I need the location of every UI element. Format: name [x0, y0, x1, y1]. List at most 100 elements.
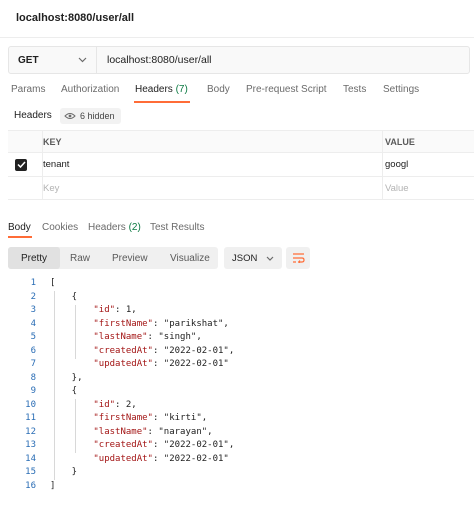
tab-label: Authorization [61, 84, 120, 95]
row-checkbox-cell [8, 177, 34, 199]
tab-cookies[interactable]: Cookies [42, 222, 78, 233]
tab-label: Headers [88, 222, 126, 233]
code-text: "updatedAt": "2022-02-01" [93, 359, 229, 369]
active-tab-indicator [134, 101, 190, 103]
response-tabs: Body Cookies Headers (2) Test Results [0, 222, 474, 242]
line-number: 16 [25, 480, 36, 491]
format-label: JSON [232, 252, 258, 264]
view-preview-button[interactable]: Preview [112, 247, 148, 269]
code-text: "firstName": "parikshat", [93, 318, 229, 329]
tab-pre-request-script[interactable]: Pre-request Script [246, 84, 327, 95]
chevron-down-icon [78, 57, 87, 63]
code-line: 6 "createdAt": "2022-02-01", [0, 346, 474, 360]
hidden-headers-toggle[interactable]: 6 hidden [60, 108, 121, 124]
table-row: tenant googl [8, 152, 474, 176]
wrap-lines-button[interactable] [286, 247, 310, 269]
code-text: "id": 2, [93, 399, 137, 410]
line-number: 12 [25, 426, 36, 437]
code-line: 7 "updatedAt": "2022-02-01" [0, 359, 474, 373]
line-number: 9 [30, 386, 36, 396]
line-number: 4 [30, 318, 36, 329]
wrap-lines-icon [292, 253, 305, 263]
header-key-field[interactable]: tenant [42, 153, 372, 176]
code-text: "updatedAt": "2022-02-01" [93, 453, 229, 464]
active-response-tab-indicator [8, 236, 32, 238]
code-text: { [50, 386, 78, 396]
code-text: [ [50, 278, 56, 288]
tab-count: (7) [175, 84, 188, 95]
tab-label: Pre-request Script [246, 84, 327, 95]
request-title: localhost:8080/user/all [16, 12, 134, 24]
code-line: 16] [0, 481, 474, 495]
code-text: "createdAt": "2022-02-01", [93, 345, 235, 356]
method-select[interactable]: GET [9, 47, 97, 73]
check-icon [16, 161, 26, 168]
code-line: 11 "firstName": "kirti", [0, 413, 474, 427]
view-visualize-button[interactable]: Visualize [170, 247, 210, 269]
line-number: 15 [25, 467, 36, 477]
header-value-field[interactable]: googl [382, 153, 474, 176]
code-line: 15 } [0, 467, 474, 481]
method-label: GET [18, 54, 39, 66]
tab-tests[interactable]: Tests [343, 84, 366, 95]
url-value: localhost:8080/user/all [107, 54, 212, 66]
line-number: 3 [30, 305, 36, 315]
code-line: 2 { [0, 292, 474, 306]
header-key: tenant [43, 159, 70, 170]
view-raw-button[interactable]: Raw [70, 247, 90, 269]
line-number: 7 [30, 359, 36, 369]
tab-label: Cookies [42, 222, 79, 233]
table-row-empty: Key Value [8, 176, 474, 200]
row-checkbox[interactable] [15, 158, 27, 171]
line-number: 8 [30, 372, 36, 383]
tab-settings[interactable]: Settings [383, 84, 419, 95]
code-text: ] [50, 480, 56, 491]
headers-section-label: Headers [14, 110, 52, 121]
column-label: KEY [43, 136, 62, 147]
request-title-bar: localhost:8080/user/all [0, 0, 474, 38]
view-pretty-button[interactable]: Pretty [8, 247, 60, 269]
code-text: "createdAt": "2022-02-01", [93, 440, 235, 450]
eye-icon [64, 113, 76, 119]
tab-authorization[interactable]: Authorization [61, 84, 119, 95]
code-text: "firstName": "kirti", [93, 413, 208, 423]
request-tabs: Params Authorization Headers (7) Body Pr… [0, 84, 474, 104]
value-column-header: VALUE [382, 131, 474, 152]
check-column-header [8, 131, 34, 152]
code-line: 14 "updatedAt": "2022-02-01" [0, 454, 474, 468]
code-line: 9 { [0, 386, 474, 400]
tab-body[interactable]: Body [207, 84, 230, 95]
headers-table: KEY VALUE tenant googl Key Value [8, 130, 474, 200]
column-label: VALUE [385, 136, 415, 147]
line-number: 11 [25, 413, 36, 423]
tab-label: Body [8, 222, 31, 233]
code-text: { [50, 291, 78, 302]
code-line: 12 "lastName": "narayan", [0, 427, 474, 441]
line-number: 6 [30, 345, 36, 356]
code-text: "lastName": "singh", [93, 332, 202, 342]
row-checkbox-cell [8, 153, 34, 176]
hidden-headers-count: 6 hidden [80, 111, 115, 121]
new-key-input[interactable]: Key [42, 177, 372, 199]
tab-response-headers[interactable]: Headers (2) [88, 222, 141, 233]
new-value-input[interactable]: Value [382, 177, 474, 199]
view-mode-group: Pretty Raw Preview Visualize [8, 247, 218, 269]
tab-label: Tests [343, 84, 367, 95]
line-number: 1 [30, 278, 36, 288]
line-number: 10 [25, 399, 36, 410]
tab-label: Params [11, 84, 46, 95]
tab-test-results[interactable]: Test Results [150, 222, 204, 233]
line-number: 14 [25, 453, 36, 464]
code-line: 4 "firstName": "parikshat", [0, 319, 474, 333]
url-input[interactable]: localhost:8080/user/all [97, 47, 211, 73]
header-value: googl [385, 159, 409, 170]
tab-label: Headers [135, 84, 173, 95]
code-text: "id": 1, [93, 305, 137, 315]
response-body-viewer[interactable]: 1 [2 {3 "id": 1, 4 "firstName": "parikshat… [0, 278, 474, 494]
line-number: 5 [30, 332, 36, 342]
tab-params[interactable]: Params [11, 84, 45, 95]
tab-headers[interactable]: Headers (7) [135, 84, 188, 95]
tab-response-body[interactable]: Body [8, 222, 31, 233]
format-select[interactable]: JSON [224, 247, 282, 269]
table-header-row: KEY VALUE [8, 130, 474, 152]
